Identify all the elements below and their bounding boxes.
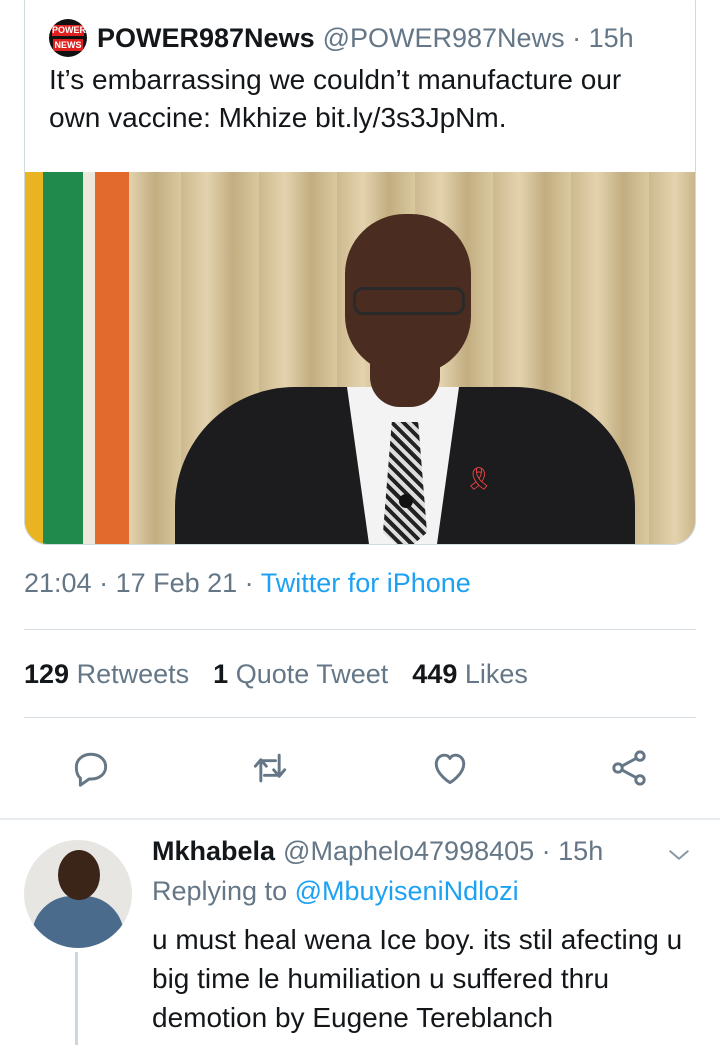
quotes-count: 1	[213, 659, 229, 689]
flag-stripe-white	[83, 172, 95, 544]
quotes-label: Quote Tweet	[235, 659, 389, 689]
reply-header: Mkhabela @Maphelo47998405 · 15h	[152, 836, 603, 867]
retweets-count: 129	[24, 659, 70, 689]
avatar-head	[58, 850, 100, 900]
tweet-action-bar	[24, 740, 696, 796]
tweet-stats: 129 Retweets 1 Quote Tweet 449 Likes	[24, 659, 528, 690]
tweet-meta-line: 21:04 · 17 Feb 21 · Twitter for iPhone	[24, 568, 471, 598]
reply-author-avatar[interactable]	[24, 840, 132, 948]
flag-stripe-orange	[95, 172, 129, 544]
photo-glasses	[353, 287, 465, 315]
like-button[interactable]	[428, 746, 472, 790]
quoted-tweet-photo[interactable]: 🎗	[25, 172, 695, 544]
reply-author-handle: @Maphelo47998405 · 15h	[283, 836, 604, 866]
quoted-tweet-text: It’s embarrassing we couldn’t manufactur…	[49, 64, 622, 133]
divider-bottom	[24, 717, 696, 718]
retweets-stat[interactable]: 129 Retweets	[24, 659, 189, 690]
chevron-down-icon	[669, 850, 689, 860]
replying-to-link[interactable]: @MbuyiseniNdlozi	[295, 876, 519, 906]
quoted-tweet-card[interactable]: POWER NEWS POWER987News @POWER987News · …	[24, 0, 696, 545]
retweets-label: Retweets	[76, 659, 190, 689]
retweet-icon	[253, 753, 287, 783]
section-divider	[0, 818, 720, 820]
replying-to-line: Replying to @MbuyiseniNdlozi	[152, 876, 519, 907]
reply-button[interactable]	[69, 746, 113, 790]
likes-count: 449	[412, 659, 458, 689]
microphone-icon	[399, 494, 413, 508]
more-options-button[interactable]	[664, 840, 694, 870]
share-icon	[612, 750, 646, 786]
logo-text-top: POWER	[52, 25, 87, 36]
divider-top	[24, 629, 696, 630]
share-button[interactable]	[607, 746, 651, 790]
power987-logo-avatar[interactable]: POWER NEWS	[49, 19, 87, 57]
quoted-tweet-header: POWER NEWS POWER987News @POWER987News · …	[49, 19, 634, 57]
red-ribbon-icon: 🎗	[465, 466, 493, 491]
thread-connector-line	[75, 952, 78, 1045]
reply-text: u must heal wena Ice boy. its stil afect…	[152, 924, 683, 1033]
flag-stripe-yellow	[25, 172, 43, 544]
logo-text-bottom: NEWS	[53, 39, 83, 51]
retweet-button[interactable]	[248, 746, 292, 790]
quoted-author-name[interactable]: POWER987News	[97, 23, 315, 54]
reply-author-name[interactable]: Mkhabela	[152, 836, 275, 867]
replying-prefix: Replying to	[152, 876, 288, 906]
quoted-time: 15h	[588, 22, 634, 53]
quoted-author-handle: @POWER987News · 15h	[322, 22, 634, 53]
flag-stripe-green	[43, 172, 83, 544]
tweet-date: 17 Feb 21	[115, 568, 238, 598]
reply-time: 15h	[558, 836, 604, 866]
likes-stat[interactable]: 449 Likes	[412, 659, 528, 690]
likes-label: Likes	[464, 659, 528, 689]
quoted-handle-text: @POWER987News	[322, 22, 565, 53]
reply-handle-text: @Maphelo47998405	[283, 836, 535, 866]
heart-icon	[434, 753, 466, 785]
tweet-source-link[interactable]: Twitter for iPhone	[261, 568, 471, 598]
tweet-time: 21:04	[24, 568, 92, 598]
avatar-body	[32, 896, 124, 948]
reply-icon	[74, 752, 108, 787]
quotes-stat[interactable]: 1 Quote Tweet	[213, 659, 388, 690]
